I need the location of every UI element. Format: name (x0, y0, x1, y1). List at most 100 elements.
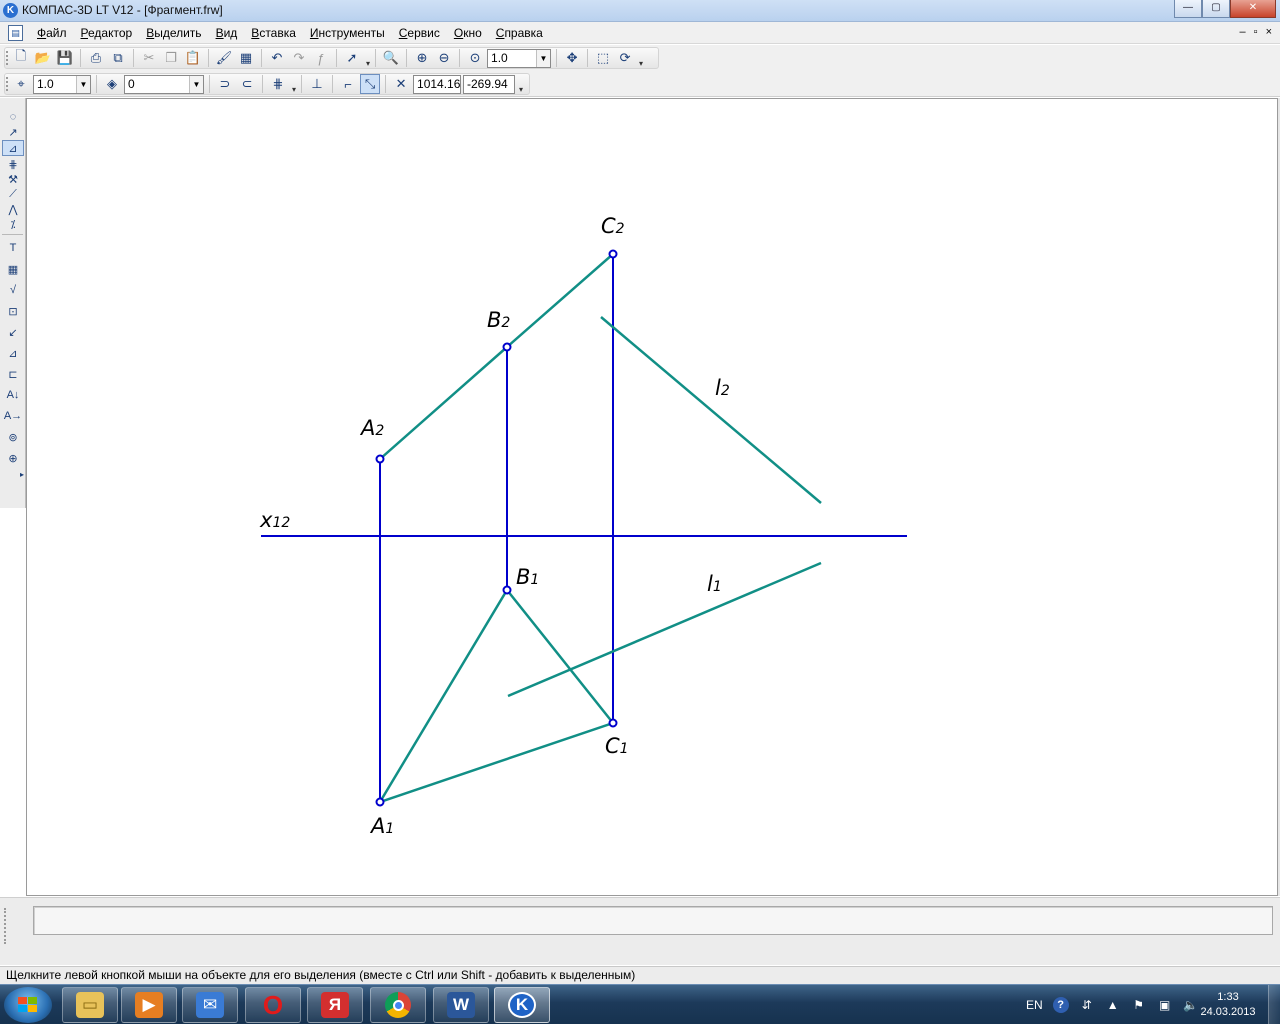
taskbar-kompas[interactable]: K (494, 987, 550, 1023)
coord-x-field[interactable]: 1014.16 (413, 74, 462, 94)
new-file-icon[interactable]: 🗋 (11, 48, 31, 68)
view-arrow-icon[interactable]: A→ (2, 406, 24, 426)
tray-arrows-icon[interactable]: ⇵ (1079, 997, 1095, 1013)
open-folder-icon[interactable]: 📂 (33, 48, 53, 68)
layers-icon[interactable]: ◈ (102, 74, 122, 94)
cut-icon[interactable]: ✂ (139, 48, 159, 68)
select-icon[interactable]: ⋀ (2, 202, 24, 216)
taskbar-media-player[interactable]: ▶ (121, 987, 177, 1023)
menu-insert[interactable]: Вставка (244, 26, 303, 40)
doc-restore-button[interactable]: ▫ (1254, 26, 1258, 38)
document-icon[interactable]: ▤ (8, 25, 23, 41)
clock[interactable]: 1:33 24.03.2013 (1196, 990, 1260, 1020)
taskbar-word[interactable]: W (433, 987, 489, 1023)
line-l2[interactable] (600, 316, 822, 504)
grid-dropdown-icon[interactable]: ▾ (292, 85, 296, 94)
function-icon[interactable]: ƒ (311, 48, 331, 68)
print-preview-icon[interactable]: ⎙ (86, 48, 106, 68)
doc-close-button[interactable]: × (1266, 26, 1272, 38)
panel-grip[interactable] (4, 908, 24, 944)
dimensions-icon[interactable]: ↗ (2, 125, 24, 139)
show-all-icon[interactable]: ⬚ (593, 48, 613, 68)
taskbar-yandex[interactable]: Я (307, 987, 363, 1023)
menu-select[interactable]: Выделить (139, 26, 208, 40)
line-l1[interactable] (507, 561, 822, 698)
redo-icon[interactable]: ↷ (289, 48, 309, 68)
specification-icon[interactable]: ⁒ (2, 217, 24, 231)
print-icon[interactable]: ⧉ (108, 48, 128, 68)
chevron-down-icon[interactable]: ▼ (536, 49, 551, 67)
drawing-canvas[interactable]: C2 B2 A2 l2 x12 B1 l1 C1 A1 (27, 99, 1279, 897)
toolbar-chevron-icon[interactable]: ▾ (519, 85, 523, 94)
pan-icon[interactable]: ✥ (562, 48, 582, 68)
drawing-area[interactable]: C2 B2 A2 l2 x12 B1 l1 C1 A1 (26, 98, 1278, 896)
menu-service[interactable]: Сервис (392, 26, 447, 40)
help-icon[interactable]: ? (1052, 997, 1069, 1013)
undo-icon[interactable]: ↶ (267, 48, 287, 68)
save-icon[interactable]: 💾 (55, 48, 75, 68)
roughness-icon[interactable]: √ (2, 280, 24, 300)
taskbar-explorer[interactable]: ▭ (62, 987, 118, 1023)
paste-icon[interactable]: 📋 (183, 48, 203, 68)
point-a2[interactable] (375, 454, 385, 464)
frontal-polyline-a2-b2-c2[interactable] (379, 253, 614, 460)
tray-expand-icon[interactable]: ▲ (1105, 997, 1121, 1013)
toolbar-chevron-icon[interactable]: ▾ (366, 59, 370, 68)
action-center-flag-icon[interactable]: ⚑ (1131, 997, 1147, 1013)
base-icon[interactable]: ⊡ (2, 301, 24, 321)
point-b1[interactable] (502, 585, 512, 595)
context-help-icon[interactable]: ➚ (342, 48, 362, 68)
doc-minimize-button[interactable]: – (1240, 26, 1246, 38)
menu-view[interactable]: Вид (209, 26, 245, 40)
copy-icon[interactable]: ❐ (161, 48, 181, 68)
taskbar-opera[interactable]: O (245, 987, 301, 1023)
center-mark-icon[interactable]: ⊚ (2, 427, 24, 447)
parametrization-icon[interactable]: ⚒ (2, 172, 24, 186)
table-icon[interactable]: ▦ (2, 259, 24, 279)
cut-line-icon[interactable]: A↓ (2, 385, 24, 405)
position-icon[interactable]: ⊿ (2, 343, 24, 363)
menu-window[interactable]: Окно (447, 26, 489, 40)
language-indicator[interactable]: EN (1026, 998, 1043, 1012)
menu-tools[interactable]: Инструменты (303, 26, 392, 40)
step-combo[interactable]: 1.0 ▼ (33, 74, 91, 94)
taskbar-mail[interactable]: ✉ (182, 987, 238, 1023)
network-icon[interactable]: ▣ (1157, 997, 1173, 1013)
local-cs-icon[interactable]: ⊥ (307, 74, 327, 94)
maximize-button[interactable]: ▢ (1202, 0, 1230, 18)
designations-icon[interactable]: ⊿ (2, 140, 24, 156)
command-field[interactable] (33, 906, 1273, 935)
taskbar-chrome[interactable] (370, 987, 426, 1023)
format-brush-icon[interactable]: 🖌 (214, 48, 234, 68)
round-mode-icon[interactable]: ⤡ (360, 74, 381, 94)
menu-file[interactable]: Файл (30, 26, 74, 40)
menu-help[interactable]: Справка (489, 26, 550, 40)
local-snap-icon[interactable]: ⊂ (237, 74, 257, 94)
menu-edit[interactable]: Редактор (74, 26, 140, 40)
leader-icon[interactable]: ↙ (2, 322, 24, 342)
minimize-button[interactable]: — (1174, 0, 1202, 18)
close-button[interactable]: ✕ (1230, 0, 1276, 18)
point-a1[interactable] (375, 797, 385, 807)
zoom-combo[interactable]: 1.0 ▼ (487, 48, 552, 68)
triangle-a1-b1-c1[interactable] (377, 587, 616, 805)
properties-icon[interactable]: ▦ (236, 48, 256, 68)
toolbar-chevron-icon[interactable]: ▾ (639, 59, 643, 68)
chevron-down-icon[interactable]: ▼ (76, 75, 90, 93)
point-c2[interactable] (608, 249, 618, 259)
grid-icon[interactable]: ⋕ (268, 74, 288, 94)
zoom-out-icon[interactable]: ⊖ (434, 48, 454, 68)
measure-icon[interactable]: ⟋ (2, 187, 24, 201)
layer-combo[interactable]: 0 ▼ (124, 74, 204, 94)
start-button[interactable] (4, 987, 52, 1023)
point-b2[interactable] (502, 342, 512, 352)
zoom-in-icon[interactable]: ⊕ (412, 48, 432, 68)
show-desktop-button[interactable] (1268, 985, 1280, 1025)
coord-y-field[interactable]: -269.94 (463, 74, 516, 94)
axis-icon[interactable]: ⊕ (2, 448, 24, 468)
geometry-icon[interactable]: ◌ (2, 110, 24, 124)
chevron-down-icon[interactable]: ▼ (189, 75, 203, 93)
panel-expand-icon[interactable]: ▸ (2, 469, 24, 479)
text-icon[interactable]: T (2, 238, 24, 258)
ortho-mode-icon[interactable]: ⌐ (338, 74, 358, 94)
